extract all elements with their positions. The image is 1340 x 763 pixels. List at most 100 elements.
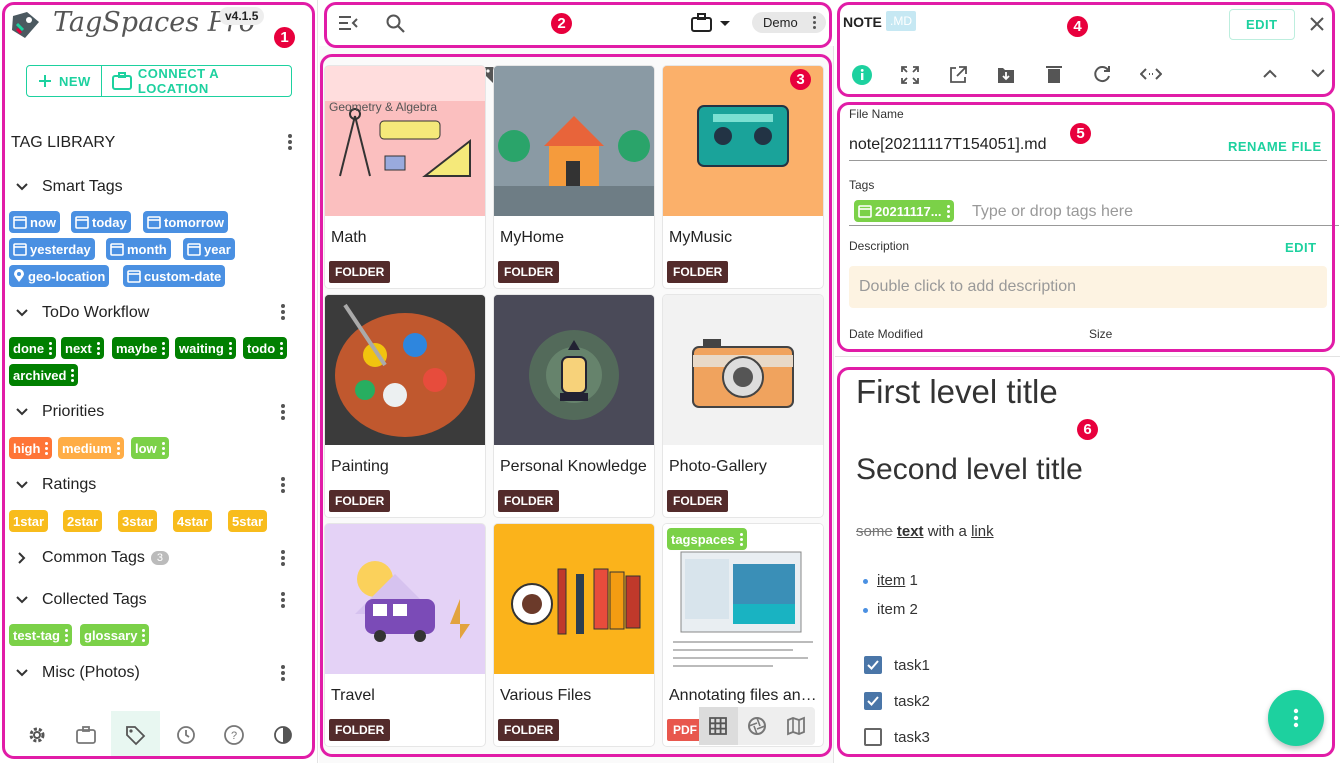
- tag-test-tag[interactable]: test-tag: [9, 624, 72, 646]
- close-icon[interactable]: [1309, 16, 1325, 32]
- grid-cell-photo-gallery[interactable]: Photo-Gallery FOLDER: [663, 295, 823, 517]
- task-item[interactable]: task2: [864, 692, 930, 710]
- download-icon[interactable]: [996, 64, 1016, 84]
- grid-cell-myhome[interactable]: MyHome FOLDER: [494, 66, 654, 288]
- tag-high[interactable]: high: [9, 437, 53, 459]
- help-icon[interactable]: ?: [209, 711, 258, 759]
- toggle-sidebar-icon[interactable]: [338, 15, 358, 31]
- tag-menu-icon[interactable]: [71, 368, 75, 382]
- floating-action-button[interactable]: [1268, 690, 1324, 746]
- tag-now[interactable]: now: [9, 211, 60, 233]
- task-item[interactable]: task1: [864, 656, 930, 674]
- chevron-down-icon[interactable]: [1310, 67, 1326, 79]
- tag-menu-icon[interactable]: [142, 628, 146, 642]
- tag-year[interactable]: year: [183, 238, 235, 260]
- tag-1star[interactable]: 1star: [9, 510, 49, 532]
- markdown-link[interactable]: link: [971, 523, 994, 540]
- edit-description-button[interactable]: EDIT: [1285, 240, 1317, 255]
- tag-group-misc-photos[interactable]: Misc (Photos): [14, 664, 140, 682]
- tag-group-todo-workflow[interactable]: ToDo Workflow: [14, 304, 149, 322]
- tag-next[interactable]: next: [61, 337, 104, 359]
- connect-location-button[interactable]: CONNECT A LOCATION: [100, 66, 291, 96]
- tag-custom-date[interactable]: custom-date: [123, 265, 226, 287]
- grid-cell-mymusic[interactable]: MyMusic FOLDER: [663, 66, 823, 288]
- tag-low[interactable]: low: [131, 437, 169, 459]
- tag-todo[interactable]: todo: [243, 337, 288, 359]
- tag-done[interactable]: done: [9, 337, 57, 359]
- tag-menu-icon[interactable]: [64, 628, 68, 642]
- tag-geo-location[interactable]: geo-location: [9, 265, 110, 287]
- tag-group-priorities[interactable]: Priorities: [14, 403, 104, 421]
- location-switcher-icon[interactable]: [691, 13, 731, 33]
- grid-view-icon[interactable]: [699, 707, 738, 745]
- tag-menu-icon[interactable]: [161, 441, 165, 455]
- tag-archived[interactable]: archived: [9, 364, 79, 386]
- grid-cell-various-files[interactable]: Various Files FOLDER: [494, 524, 654, 746]
- list-item-link[interactable]: item: [877, 572, 905, 589]
- map-view-icon[interactable]: [776, 707, 815, 745]
- gallery-view-icon[interactable]: [738, 707, 777, 745]
- tag-waiting[interactable]: waiting: [175, 337, 236, 359]
- tag-4star[interactable]: 4star: [173, 510, 213, 532]
- group-menu-icon[interactable]: [281, 550, 285, 568]
- toggle-properties-icon[interactable]: [1140, 66, 1162, 82]
- theme-toggle-icon[interactable]: [259, 711, 308, 759]
- settings-icon[interactable]: [12, 711, 61, 759]
- tag-group-collected-tags[interactable]: Collected Tags: [14, 591, 147, 609]
- location-name: Demo: [763, 15, 798, 30]
- fullscreen-icon[interactable]: [900, 65, 920, 85]
- checkbox-checked-icon[interactable]: [864, 656, 882, 674]
- chevron-up-icon[interactable]: [1262, 67, 1278, 79]
- rename-file-button[interactable]: RENAME FILE: [1228, 139, 1322, 154]
- tag-5star[interactable]: 5star: [228, 510, 268, 532]
- tag-group-smart-tags[interactable]: Smart Tags: [14, 178, 123, 196]
- checkbox-unchecked-icon[interactable]: [864, 728, 882, 746]
- group-menu-icon[interactable]: [281, 592, 285, 610]
- tag-tagspaces[interactable]: tagspaces: [667, 528, 747, 550]
- new-button[interactable]: NEW: [27, 66, 101, 96]
- grid-cell-personal-knowledge[interactable]: Personal Knowledge FOLDER: [494, 295, 654, 517]
- history-icon[interactable]: [160, 711, 209, 759]
- tag-today[interactable]: today: [71, 211, 131, 233]
- task-item[interactable]: task3: [864, 728, 930, 746]
- tag-library-icon[interactable]: [110, 711, 160, 759]
- tag-maybe[interactable]: maybe: [112, 337, 170, 359]
- tag-glossary[interactable]: glossary: [80, 624, 150, 646]
- tag-group-common-tags[interactable]: Common Tags 3: [14, 549, 169, 567]
- grid-cell-travel[interactable]: Travel FOLDER: [325, 524, 485, 746]
- tag-menu-icon[interactable]: [162, 341, 166, 355]
- tag-tomorrow[interactable]: tomorrow: [143, 211, 228, 233]
- tag-menu-icon[interactable]: [280, 341, 284, 355]
- tag-group-ratings[interactable]: Ratings: [14, 476, 96, 494]
- delete-file-icon[interactable]: [1045, 64, 1063, 84]
- description-field[interactable]: Double click to add description: [849, 266, 1327, 308]
- search-icon[interactable]: [386, 14, 405, 33]
- open-in-new-window-icon[interactable]: [948, 65, 968, 85]
- tag-menu-icon[interactable]: [228, 341, 232, 355]
- info-icon[interactable]: [851, 64, 873, 86]
- tag-menu-icon[interactable]: [116, 441, 120, 455]
- tag-menu-icon[interactable]: [49, 341, 53, 355]
- file-tag-date[interactable]: 20211117...: [854, 200, 954, 222]
- group-menu-icon[interactable]: [281, 665, 285, 683]
- group-menu-icon[interactable]: [281, 477, 285, 495]
- edit-file-button[interactable]: EDIT: [1229, 9, 1295, 40]
- tag-month[interactable]: month: [106, 238, 171, 260]
- tag-menu-icon[interactable]: [96, 341, 100, 355]
- reload-icon[interactable]: [1092, 64, 1112, 84]
- tag-3star[interactable]: 3star: [118, 510, 158, 532]
- locations-briefcase-icon[interactable]: [61, 711, 110, 759]
- grid-cell-math[interactable]: Geometry & Algebra Math FOLDER: [325, 66, 485, 288]
- group-menu-icon[interactable]: [281, 304, 285, 322]
- tag-menu-icon[interactable]: [946, 204, 950, 218]
- location-menu-icon[interactable]: [813, 16, 817, 31]
- tag-menu-icon[interactable]: [45, 441, 49, 455]
- grid-cell-painting[interactable]: Painting FOLDER: [325, 295, 485, 517]
- group-menu-icon[interactable]: [281, 404, 285, 422]
- tag-yesterday[interactable]: yesterday: [9, 238, 95, 260]
- tag-menu-icon[interactable]: [739, 532, 743, 546]
- checkbox-checked-icon[interactable]: [864, 692, 882, 710]
- tag-medium[interactable]: medium: [58, 437, 124, 459]
- tag-2star[interactable]: 2star: [63, 510, 103, 532]
- tag-library-menu-icon[interactable]: [288, 134, 292, 152]
